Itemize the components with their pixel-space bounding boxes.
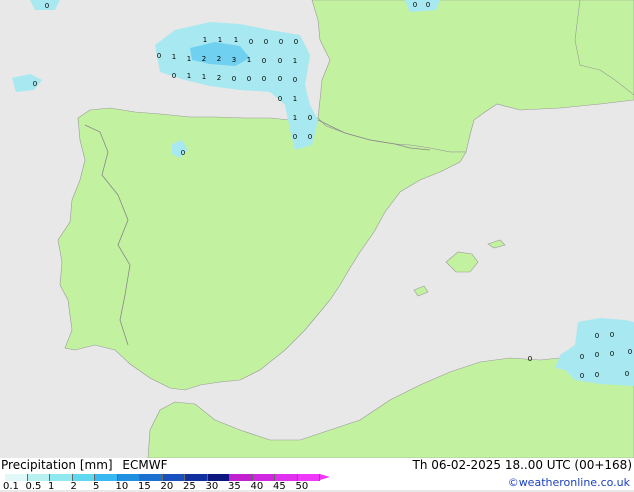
color-scale-tick-label: 20	[160, 481, 174, 492]
precip-value-label: 0	[528, 355, 532, 363]
precip-value-label: 0	[45, 2, 49, 10]
precip-value-label: 0	[262, 75, 266, 83]
precip-value-label: 0	[625, 370, 629, 378]
color-scale-tick-label: 45	[273, 481, 286, 492]
legend-bar: Precipitation [mm] ECMWF Th 06-02-2025 1…	[0, 458, 634, 492]
color-scale-segment	[27, 474, 50, 481]
color-scale-segment	[230, 474, 253, 481]
legend-title: Precipitation [mm] ECMWF	[1, 458, 167, 472]
precip-value-label: 0	[33, 80, 37, 88]
color-scale-tick-label: 0.5	[25, 481, 42, 492]
color-scale-tick-label: 35	[228, 481, 241, 492]
precip-value-label: 0	[249, 38, 253, 46]
precip-value-label: 0	[293, 133, 297, 141]
legend-model: ECMWF	[122, 458, 168, 472]
legend-title-text: Precipitation [mm]	[1, 458, 113, 472]
precip-value-label: 1	[234, 36, 238, 44]
credit-text: ©weatheronline.co.uk	[507, 476, 630, 489]
precip-value-label: 0	[595, 371, 599, 379]
precip-value-label: 0	[308, 114, 312, 122]
color-scale-tick-label: 1	[48, 481, 55, 492]
precip-value-label: 0	[580, 372, 584, 380]
precip-value-label: 0	[628, 348, 632, 356]
color-scale-segment	[275, 474, 298, 481]
color-scale-segment	[95, 474, 118, 481]
precip-value-label: 1	[187, 55, 191, 63]
precip-value-label: 0	[580, 353, 584, 361]
precip-value-label: 0	[278, 75, 282, 83]
precip-value-label: 1	[247, 56, 251, 64]
precip-value-label: 0	[181, 149, 185, 157]
color-scale-tick-label: 2	[70, 481, 77, 492]
precip-value-label: 1	[202, 73, 206, 81]
color-scale-segment	[140, 474, 163, 481]
color-scale-tick-label: 15	[138, 481, 151, 492]
precip-value-label: 0	[247, 75, 251, 83]
color-scale-tick-label: 40	[250, 481, 264, 492]
color-scale-segment	[117, 474, 140, 481]
precip-value-label: 1	[203, 36, 207, 44]
color-scale-segment	[297, 474, 320, 481]
precip-value-label: 3	[232, 56, 236, 64]
precip-value-label: 0	[264, 38, 268, 46]
legend-datetime: Th 06-02-2025 18..00 UTC (00+168)	[412, 458, 632, 472]
color-scale-arrow	[320, 474, 330, 480]
precip-value-label: 1	[293, 95, 297, 103]
precip-value-label: 1	[187, 72, 191, 80]
color-scale-segment	[185, 474, 208, 481]
color-scale-tick-label: 50	[295, 481, 309, 492]
precip-value-label: 0	[232, 75, 236, 83]
precip-value-label: 0	[426, 1, 430, 9]
precip-value-label: 0	[294, 38, 298, 46]
color-scale-segment	[252, 474, 275, 481]
precip-value-label: 0	[278, 95, 282, 103]
color-scale-tick-label: 5	[93, 481, 100, 492]
precip-value-label: 0	[610, 350, 614, 358]
precip-value-label: 2	[202, 55, 206, 63]
color-scale-segment	[72, 474, 95, 481]
color-scale-tick-label: 30	[205, 481, 219, 492]
color-scale-tick-label: 10	[115, 481, 129, 492]
color-scale-segment	[50, 474, 73, 481]
color-scale-tick-label: 0.1	[3, 481, 19, 492]
precip-value-label: 0	[595, 351, 599, 359]
color-scale-tick-label: 25	[183, 481, 196, 492]
precip-value-label: 0	[278, 57, 282, 65]
precip-value-label: 1	[293, 57, 297, 65]
precip-value-label: 1	[218, 36, 222, 44]
precip-value-label: 1	[293, 114, 297, 122]
precip-value-label: 0	[279, 38, 283, 46]
precip-value-label: 0	[262, 57, 266, 65]
precip-value-label: 0	[610, 331, 614, 339]
precipitation-map: 0 0 0 1 1 1 0 0 0 0 0 1 1 2 2 3 1 0 0 1 0 0 1 1 2 0 0 0 0 0 0 1 1 0 0 0 0 0 0 0…	[0, 0, 634, 458]
precip-value-label: 0	[413, 1, 417, 9]
color-scale-segment	[207, 474, 230, 481]
precip-value-label: 2	[217, 74, 221, 82]
color-scale-segment	[162, 474, 185, 481]
precip-value-label: 1	[172, 53, 176, 61]
precip-value-label: 0	[157, 52, 161, 60]
precip-value-label: 0	[172, 72, 176, 80]
color-scale-segment	[5, 474, 28, 481]
precip-value-label: 0	[595, 332, 599, 340]
precip-value-label: 2	[217, 55, 221, 63]
precip-value-label: 0	[293, 76, 297, 84]
precip-value-label: 0	[308, 133, 312, 141]
